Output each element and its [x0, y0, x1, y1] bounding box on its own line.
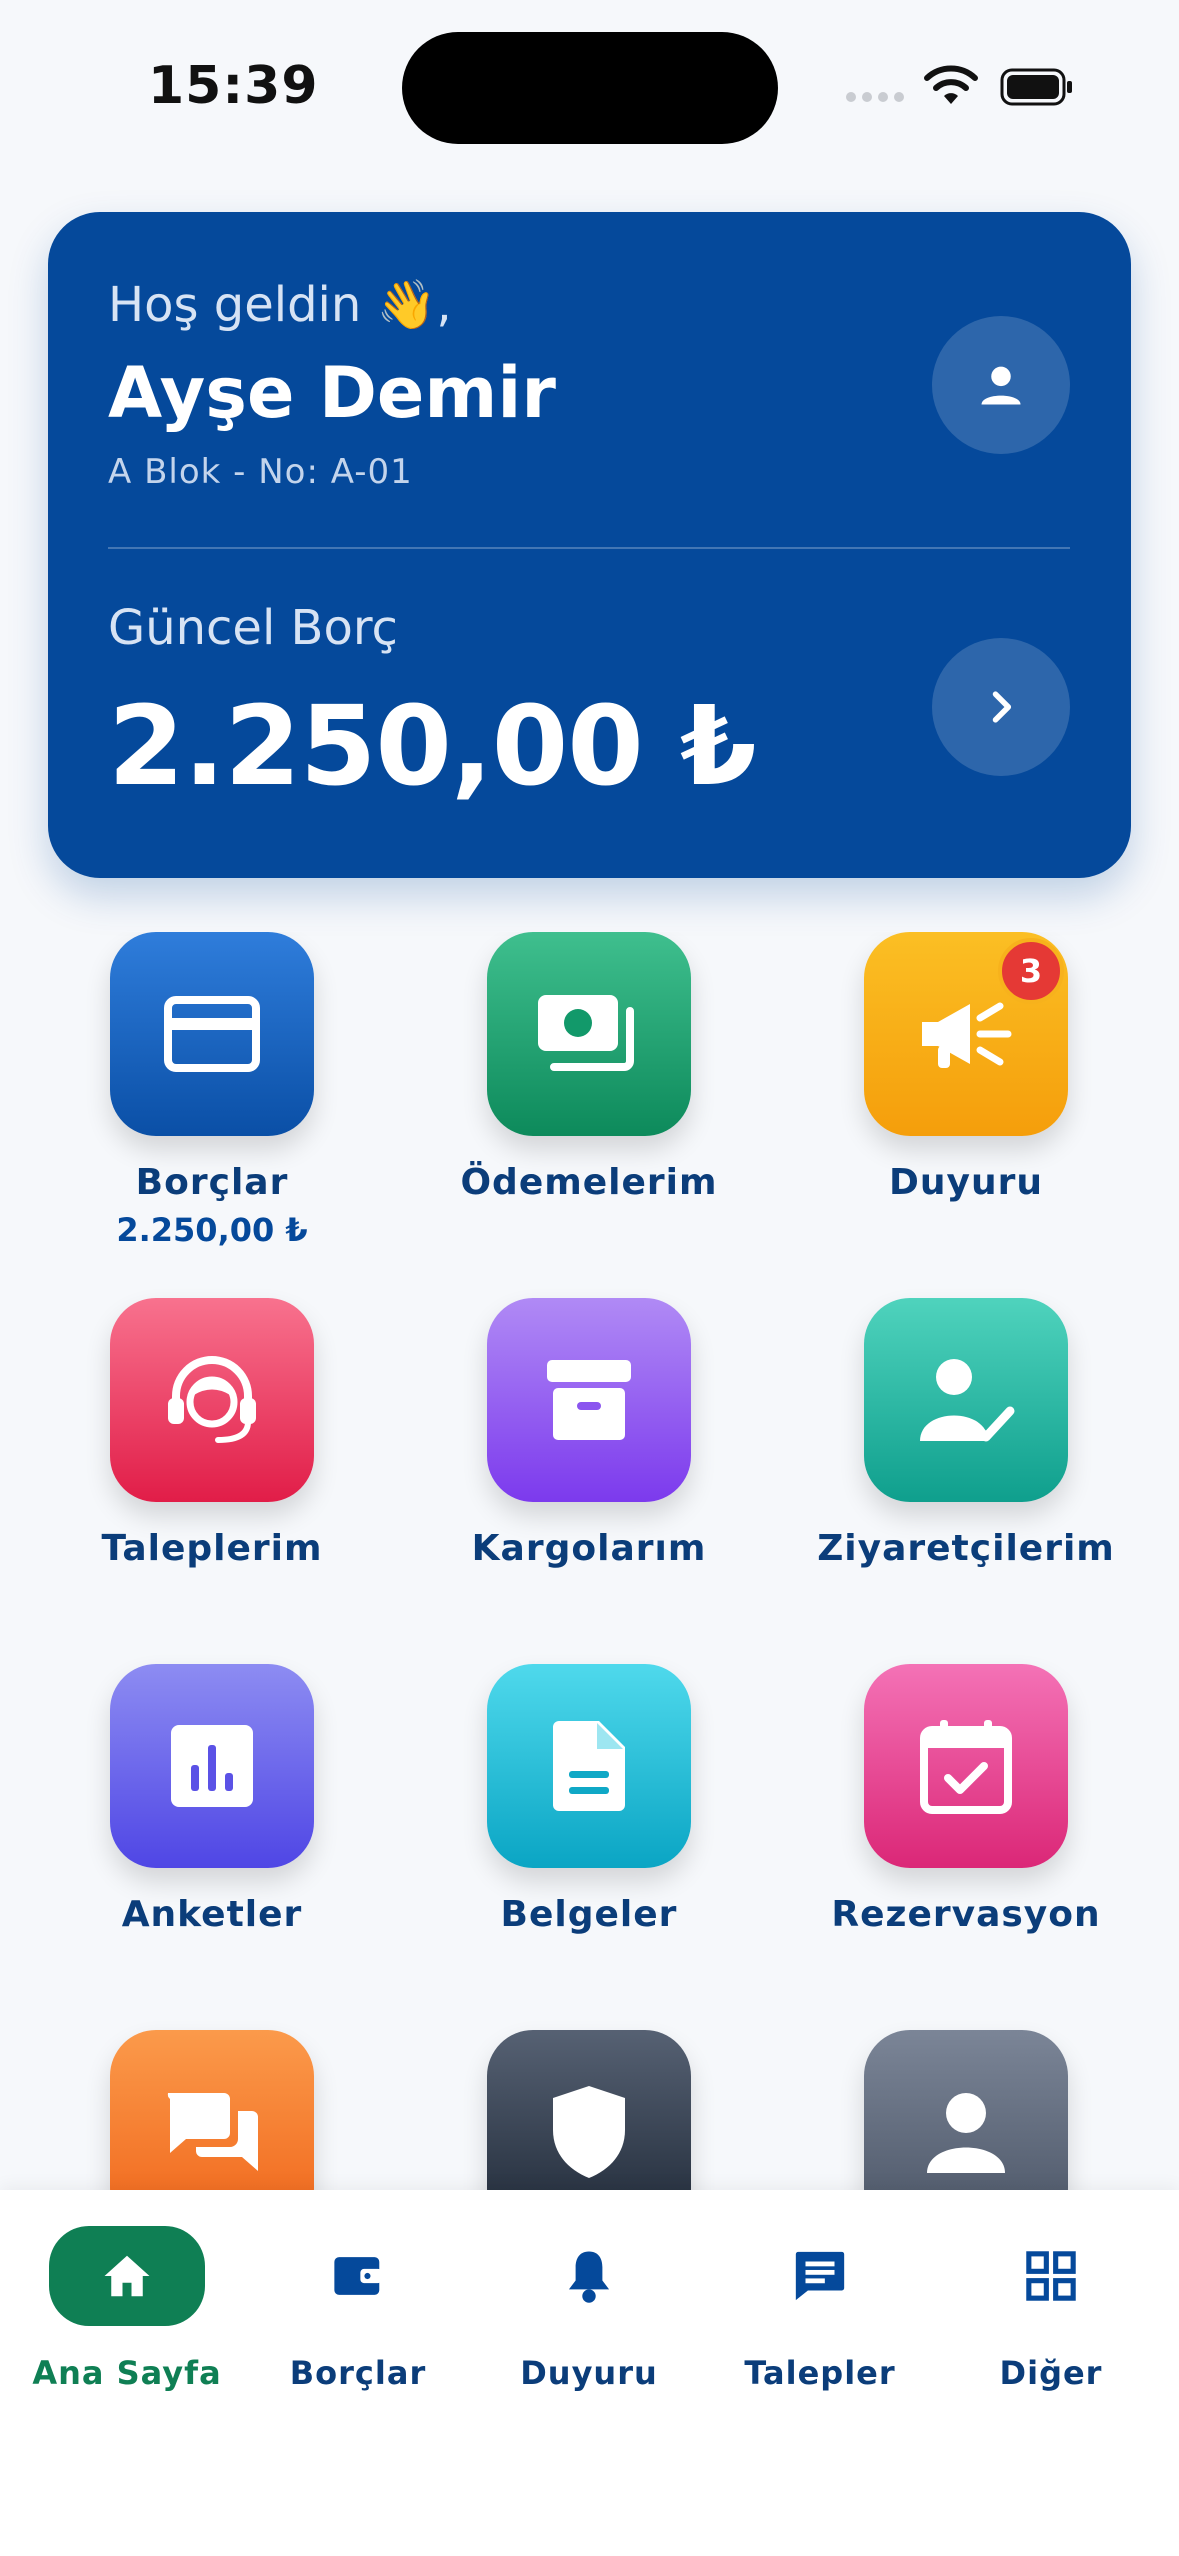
person-icon — [981, 366, 1021, 405]
tile-rezervasyon[interactable]: Rezervasyon — [786, 1664, 1146, 1935]
cellular-signal-icon — [846, 92, 904, 102]
tile-odemelerim[interactable]: Ödemelerim — [409, 932, 769, 1203]
profile-button[interactable] — [932, 316, 1070, 454]
wallet-icon — [334, 2257, 382, 2295]
card-divider — [108, 547, 1070, 549]
tile-label: Kargolarım — [471, 1528, 707, 1569]
quick-actions-grid: Borçlar 2.250,00 ₺ Ödemelerim 3 Duyuru T… — [0, 932, 1179, 2192]
nav-label: Duyuru — [520, 2354, 658, 2392]
debt-label: Güncel Borç — [108, 600, 398, 656]
nav-item-ana-sayfa[interactable]: Ana Sayfa — [12, 2226, 242, 2392]
money-icon — [538, 995, 634, 1071]
notification-badge: 3 — [998, 938, 1064, 1004]
debt-detail-button[interactable] — [932, 638, 1070, 776]
calendar-check-icon — [920, 1720, 1012, 1814]
poll-chart-icon — [171, 1725, 253, 1807]
battery-icon — [1000, 68, 1072, 106]
wifi-icon — [924, 65, 978, 104]
tile-profile[interactable] — [786, 2030, 1146, 2192]
tile-label: Taleplerim — [101, 1528, 323, 1569]
tile-kargolarim[interactable]: Kargolarım — [409, 1298, 769, 1569]
status-time: 15:39 — [148, 56, 319, 116]
tile-label: Anketler — [121, 1894, 303, 1935]
nav-label: Borçlar — [289, 2354, 427, 2392]
nav-item-borclar[interactable]: Borçlar — [243, 2226, 473, 2392]
credit-card-icon — [164, 996, 260, 1072]
tile-label: Borçlar — [135, 1162, 289, 1203]
tile-label: Duyuru — [889, 1162, 1043, 1203]
nav-item-talepler[interactable]: Talepler — [705, 2226, 935, 2392]
tile-ziyaretcilerim[interactable]: Ziyaretçilerim — [786, 1298, 1146, 1569]
tile-taleplerim[interactable]: Taleplerim — [32, 1298, 392, 1569]
person-check-icon — [920, 1359, 1015, 1442]
welcome-card: Hoş geldin 👋, Ayşe Demir A Blok - No: A-… — [48, 212, 1131, 878]
tile-anketler[interactable]: Anketler — [32, 1664, 392, 1935]
home-icon — [104, 2255, 150, 2297]
greeting-text: Hoş geldin 👋, — [108, 277, 452, 333]
nav-label: Diğer — [999, 2354, 1103, 2392]
bell-icon — [568, 2251, 610, 2303]
bottom-nav: Ana Sayfa Borçlar Duyuru Talepler Diğer — [0, 2190, 1179, 2556]
dynamic-island — [402, 32, 778, 144]
tile-sub-amount: 2.250,00 ₺ — [116, 1211, 308, 1249]
archive-box-icon — [547, 1360, 631, 1440]
tile-belgeler[interactable]: Belgeler — [409, 1664, 769, 1935]
user-name: Ayşe Demir — [108, 352, 556, 434]
headset-icon — [168, 1356, 256, 1443]
tile-borclar[interactable]: Borçlar 2.250,00 ₺ — [32, 932, 392, 1249]
nav-label: Ana Sayfa — [32, 2354, 222, 2392]
message-icon — [795, 2251, 845, 2301]
nav-item-diger[interactable]: Diğer — [936, 2226, 1166, 2392]
nav-label: Talepler — [744, 2354, 896, 2392]
tile-label: Belgeler — [500, 1894, 678, 1935]
tile-duyuru[interactable]: 3 Duyuru — [786, 932, 1146, 1203]
document-icon — [553, 1721, 625, 1811]
shield-icon — [553, 2086, 625, 2178]
grid-icon — [1026, 2251, 1076, 2301]
tile-label: Rezervasyon — [831, 1894, 1101, 1935]
chevron-right-icon — [992, 691, 1012, 723]
nav-item-duyuru[interactable]: Duyuru — [474, 2226, 704, 2392]
status-bar: 15:39 — [0, 0, 1179, 180]
megaphone-icon — [922, 1002, 1012, 1068]
person-icon — [927, 2093, 1005, 2173]
tile-chat[interactable] — [32, 2030, 392, 2192]
unit-info: A Blok - No: A-01 — [108, 452, 413, 492]
tile-security[interactable] — [409, 2030, 769, 2192]
tile-label: Ödemelerim — [460, 1162, 718, 1203]
tile-label: Ziyaretçilerim — [817, 1528, 1115, 1569]
debt-amount: 2.250,00 ₺ — [108, 682, 757, 810]
chat-bubbles-icon — [167, 2093, 258, 2171]
